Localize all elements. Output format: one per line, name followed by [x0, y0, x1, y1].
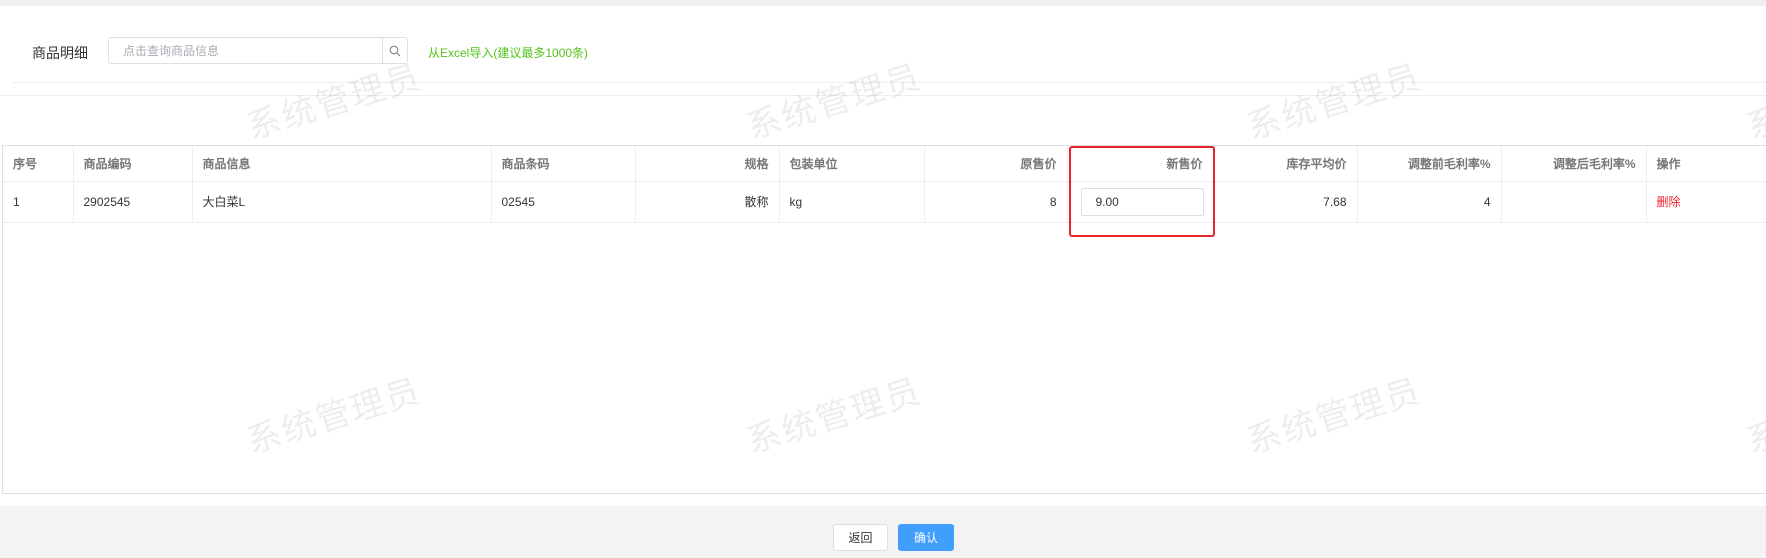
col-header-avg-cost: 库存平均价	[1213, 146, 1358, 182]
col-header-new-price: 新售价	[1067, 146, 1214, 182]
footer-bar: 返回 确认	[0, 506, 1766, 558]
watermark: 系统管理员	[1742, 57, 1766, 147]
col-header-code: 商品编码	[73, 146, 193, 182]
col-header-action: 操作	[1646, 146, 1766, 182]
cell-unit: kg	[779, 181, 925, 223]
cell-spec: 散称	[635, 181, 780, 223]
col-header-margin-before: 调整前毛利率%	[1357, 146, 1502, 182]
divider	[12, 82, 1766, 83]
watermark: 系统管理员	[1242, 57, 1426, 147]
search-icon	[389, 45, 401, 56]
cell-barcode: 02545	[491, 181, 636, 223]
cell-margin-before: 4	[1357, 181, 1502, 223]
col-header-info: 商品信息	[192, 146, 492, 182]
col-header-spec: 规格	[635, 146, 780, 182]
search-box	[108, 37, 408, 64]
import-excel-link[interactable]: 从Excel导入(建议最多1000条)	[428, 44, 588, 61]
cell-index: 1	[3, 181, 74, 223]
col-header-barcode: 商品条码	[491, 146, 636, 182]
product-table: 序号 商品编码 商品信息 商品条码 规格 包装单位 原售价 新售价 库存平均价 …	[2, 145, 1766, 494]
back-button[interactable]: 返回	[833, 524, 888, 551]
watermark: 系统管理员	[742, 57, 926, 147]
table-row: 1 2902545 大白菜L 02545 散称 kg 8 7.68 4 删除	[3, 181, 1766, 223]
watermark: 系统管理员	[242, 57, 426, 147]
search-input[interactable]	[109, 38, 382, 63]
cell-avg-cost: 7.68	[1213, 181, 1358, 223]
table-header-row: 序号 商品编码 商品信息 商品条码 规格 包装单位 原售价 新售价 库存平均价 …	[3, 146, 1766, 182]
new-price-input[interactable]	[1080, 187, 1204, 216]
cell-action: 删除	[1646, 181, 1766, 223]
divider	[0, 95, 1766, 96]
cell-new-price	[1067, 181, 1214, 223]
cell-orig-price: 8	[924, 181, 1068, 223]
col-header-unit: 包装单位	[779, 146, 925, 182]
col-header-orig-price: 原售价	[924, 146, 1068, 182]
cell-code: 2902545	[73, 181, 193, 223]
cell-info: 大白菜L	[192, 181, 492, 223]
search-button[interactable]	[382, 38, 407, 63]
section-title: 商品明细	[32, 45, 88, 61]
confirm-button[interactable]: 确认	[898, 524, 954, 551]
delete-link[interactable]: 删除	[1657, 195, 1681, 209]
col-header-index: 序号	[3, 146, 74, 182]
product-detail-panel: 商品明细 从Excel导入(建议最多1000条) 序号 商品编码 商品信息	[0, 6, 1766, 506]
cell-margin-after	[1501, 181, 1647, 223]
col-header-margin-after: 调整后毛利率%	[1501, 146, 1647, 182]
